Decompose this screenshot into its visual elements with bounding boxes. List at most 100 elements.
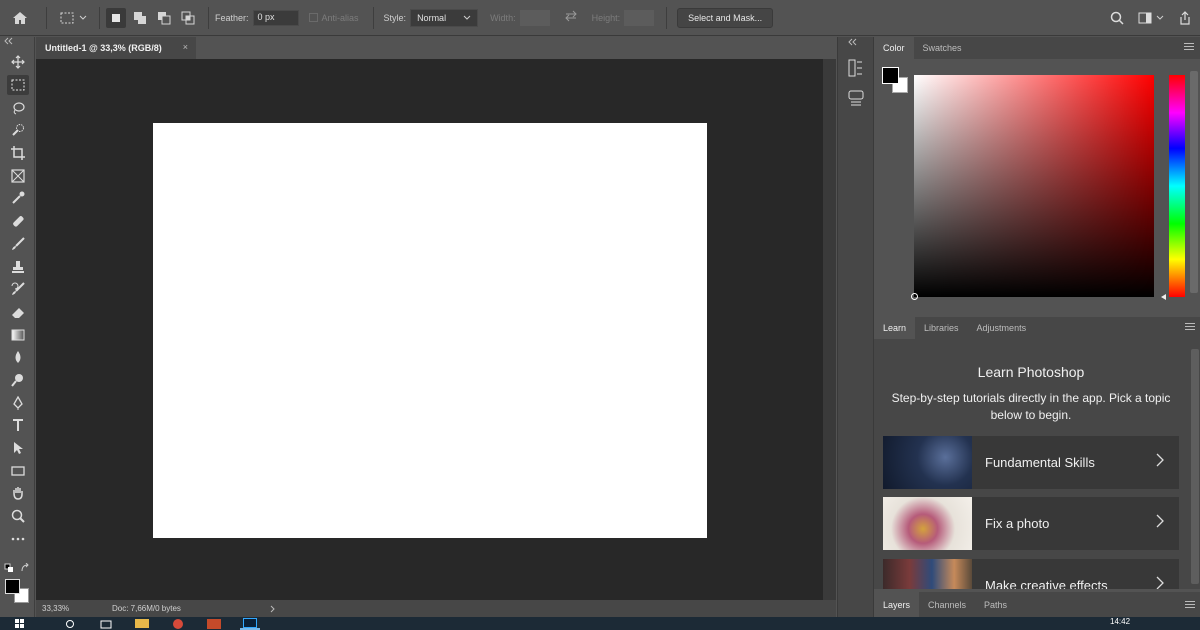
color-panel-scrollbar[interactable] xyxy=(1188,59,1200,295)
taskbar-store[interactable] xyxy=(204,617,224,630)
hue-slider-handle[interactable] xyxy=(1160,293,1168,301)
card-label: Fundamental Skills xyxy=(985,455,1095,470)
learn-card-fundamental-skills[interactable]: Fundamental Skills xyxy=(883,436,1179,489)
properties-panel-button[interactable] xyxy=(840,85,872,111)
learn-card-creative-effects[interactable]: Make creative effects xyxy=(883,559,1179,589)
crop-tool[interactable] xyxy=(0,142,35,165)
new-selection-button[interactable] xyxy=(106,7,126,28)
chevron-right-icon[interactable] xyxy=(270,605,276,613)
taskbar-browser[interactable] xyxy=(168,617,188,630)
taskbar-clock[interactable]: 14:42 xyxy=(1110,617,1130,626)
move-tool[interactable] xyxy=(0,51,35,74)
default-colors-icon[interactable] xyxy=(4,563,14,573)
history-brush-tool[interactable] xyxy=(0,278,35,301)
strip-collapse-button[interactable] xyxy=(838,37,873,46)
foreground-color-swatch[interactable] xyxy=(5,579,20,594)
swap-colors-icon[interactable] xyxy=(20,563,30,573)
panel-menu-icon[interactable] xyxy=(1185,323,1195,331)
marquee-preset-picker[interactable] xyxy=(53,11,93,25)
collapse-toolbar-button[interactable] xyxy=(0,37,34,51)
card-label: Fix a photo xyxy=(985,516,1050,531)
panel-menu-icon[interactable] xyxy=(1185,601,1195,609)
document-tab[interactable]: Untitled-1 @ 33,3% (RGB/8) × xyxy=(36,37,196,59)
task-view-button[interactable] xyxy=(96,617,116,630)
card-label: Make creative effects xyxy=(985,578,1108,589)
panel-menu-icon[interactable] xyxy=(1184,43,1194,51)
search-icon[interactable] xyxy=(1110,11,1124,25)
windows-icon xyxy=(15,618,24,628)
tab-layers[interactable]: Layers xyxy=(874,592,920,617)
eyedropper-tool[interactable] xyxy=(0,187,35,210)
brush-tool[interactable] xyxy=(0,233,35,256)
tab-swatches[interactable]: Swatches xyxy=(914,37,971,59)
eraser-tool[interactable] xyxy=(0,301,35,324)
blur-tool[interactable] xyxy=(0,346,35,369)
type-tool[interactable] xyxy=(0,414,35,437)
taskbar-photoshop[interactable] xyxy=(240,617,260,630)
canvas-area[interactable] xyxy=(36,59,836,600)
close-document-icon[interactable]: × xyxy=(183,42,188,52)
saturation-brightness-field[interactable] xyxy=(911,75,1154,300)
dodge-tool[interactable] xyxy=(0,369,35,392)
home-button[interactable] xyxy=(0,0,40,36)
tab-adjustments[interactable]: Adjustments xyxy=(968,317,1036,339)
feather-input[interactable]: 0 px xyxy=(252,9,299,26)
hue-slider[interactable] xyxy=(1161,75,1185,300)
color-foreground-swatch[interactable] xyxy=(882,67,899,84)
antialias-checkbox[interactable] xyxy=(308,13,318,22)
style-value: Normal xyxy=(417,12,447,23)
tab-libraries[interactable]: Libraries xyxy=(915,317,968,339)
subtract-from-selection-button[interactable] xyxy=(154,8,174,28)
chevron-down-icon xyxy=(79,15,87,20)
canvas-scrollbar[interactable] xyxy=(823,59,836,600)
taskbar-file-explorer[interactable] xyxy=(132,617,152,630)
add-to-selection-button[interactable] xyxy=(130,8,150,28)
history-panel-button[interactable] xyxy=(840,55,872,81)
rectangular-marquee-tool[interactable] xyxy=(0,74,35,97)
zoom-level[interactable]: 33,33% xyxy=(36,604,80,613)
color-panel-swatches xyxy=(882,67,910,95)
magnifier-icon xyxy=(11,509,25,523)
rectangle-tool[interactable] xyxy=(0,459,35,482)
color-swatches xyxy=(3,561,33,611)
path-selection-tool[interactable] xyxy=(0,437,35,460)
zoom-tool[interactable] xyxy=(0,505,35,528)
lasso-tool[interactable] xyxy=(0,96,35,119)
tab-color[interactable]: Color xyxy=(874,37,914,59)
style-select[interactable]: Normal xyxy=(410,8,479,27)
learn-panel: Learn Photoshop Step-by-step tutorials d… xyxy=(874,339,1200,589)
drop-icon xyxy=(15,351,20,364)
gradient-tool[interactable] xyxy=(0,323,35,346)
quick-selection-tool[interactable] xyxy=(0,119,35,142)
tab-channels[interactable]: Channels xyxy=(919,592,975,617)
document-canvas[interactable] xyxy=(153,123,707,538)
double-chevron-icon xyxy=(4,37,13,45)
tab-learn[interactable]: Learn xyxy=(874,317,916,339)
spot-healing-tool[interactable] xyxy=(0,210,35,233)
width-input[interactable] xyxy=(519,9,550,26)
clone-stamp-tool[interactable] xyxy=(0,255,35,278)
more-tools-button[interactable] xyxy=(0,527,35,550)
os-taskbar xyxy=(0,617,1200,630)
swap-width-height-button[interactable] xyxy=(564,10,578,25)
frame-tool[interactable] xyxy=(0,164,35,187)
workspace-icon xyxy=(1138,12,1152,24)
new-selection-icon xyxy=(112,13,120,22)
select-and-mask-button[interactable]: Select and Mask... xyxy=(677,7,774,28)
hand-tool[interactable] xyxy=(0,482,35,505)
taskbar-search-button[interactable] xyxy=(60,617,80,630)
pen-tool[interactable] xyxy=(0,391,35,414)
start-button[interactable] xyxy=(10,617,30,630)
learn-panel-scrollbar[interactable] xyxy=(1189,339,1200,589)
learn-panel-tabs: Learn Libraries Adjustments xyxy=(874,317,1200,339)
rectangular-marquee-icon xyxy=(60,12,74,23)
browser-icon xyxy=(173,618,183,629)
workspace-switcher[interactable] xyxy=(1138,12,1164,24)
height-input[interactable] xyxy=(624,9,655,26)
arrow-pointer-icon xyxy=(13,442,23,455)
learn-card-fix-a-photo[interactable]: Fix a photo xyxy=(883,497,1179,550)
share-icon[interactable] xyxy=(1178,11,1192,25)
intersect-selection-button[interactable] xyxy=(178,8,198,28)
ellipsis-icon xyxy=(11,537,24,541)
tab-paths[interactable]: Paths xyxy=(975,592,1016,617)
